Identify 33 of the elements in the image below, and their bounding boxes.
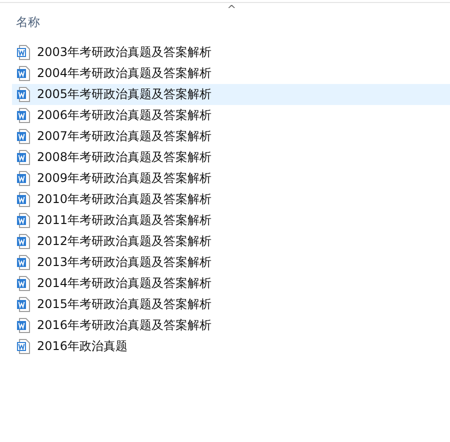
file-name: 2006年考研政治真题及答案解析 (37, 107, 212, 124)
file-row[interactable]: 2005年考研政治真题及答案解析 (12, 84, 450, 105)
file-name: 2007年考研政治真题及答案解析 (37, 128, 212, 145)
file-name: 2004年考研政治真题及答案解析 (37, 65, 212, 82)
file-name: 2011年考研政治真题及答案解析 (37, 212, 212, 229)
file-row[interactable]: 2016年政治真题 (12, 336, 450, 357)
file-row[interactable]: 2006年考研政治真题及答案解析 (12, 105, 450, 126)
file-row[interactable]: 2004年考研政治真题及答案解析 (12, 63, 450, 84)
file-name: 2010年考研政治真题及答案解析 (37, 191, 212, 208)
file-row[interactable]: 2016年考研政治真题及答案解析 (12, 315, 450, 336)
file-name: 2016年政治真题 (37, 338, 128, 355)
file-row[interactable]: 2003年考研政治真题及答案解析 (12, 42, 450, 63)
file-row[interactable]: 2015年考研政治真题及答案解析 (12, 294, 450, 315)
sort-caret: ^ (227, 3, 236, 16)
file-row[interactable]: 2010年考研政治真题及答案解析 (12, 189, 450, 210)
file-row[interactable]: 2008年考研政治真题及答案解析 (12, 147, 450, 168)
file-row[interactable]: 2013年考研政治真题及答案解析 (12, 252, 450, 273)
file-row[interactable]: 2007年考研政治真题及答案解析 (12, 126, 450, 147)
file-name: 2009年考研政治真题及答案解析 (37, 170, 212, 187)
file-row[interactable]: 2014年考研政治真题及答案解析 (12, 273, 450, 294)
file-name: 2015年考研政治真题及答案解析 (37, 296, 212, 313)
file-name: 2008年考研政治真题及答案解析 (37, 149, 212, 166)
file-name: 2003年考研政治真题及答案解析 (37, 44, 212, 61)
file-name: 2012年考研政治真题及答案解析 (37, 233, 212, 250)
column-header[interactable]: ^ 名称 (0, 3, 450, 39)
file-row[interactable]: 2012年考研政治真题及答案解析 (12, 231, 450, 252)
file-row[interactable]: 2009年考研政治真题及答案解析 (12, 168, 450, 189)
file-name: 2016年考研政治真题及答案解析 (37, 317, 212, 334)
file-row[interactable]: 2011年考研政治真题及答案解析 (12, 210, 450, 231)
file-name: 2014年考研政治真题及答案解析 (37, 275, 212, 292)
file-name: 2013年考研政治真题及答案解析 (37, 254, 212, 271)
file-name: 2005年考研政治真题及答案解析 (37, 86, 212, 103)
column-label: 名称 (16, 14, 40, 31)
